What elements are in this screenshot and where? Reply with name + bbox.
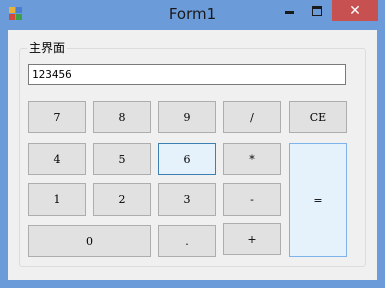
- digit-5-button[interactable]: 5: [93, 143, 151, 175]
- digit-9-button[interactable]: 9: [158, 101, 216, 133]
- groupbox-title: 主界面: [27, 39, 68, 56]
- decimal-point-button[interactable]: .: [158, 225, 216, 257]
- minimize-icon: [285, 11, 294, 14]
- digit-6-button[interactable]: 6: [158, 143, 216, 175]
- digit-2-button[interactable]: 2: [93, 183, 151, 216]
- clear-entry-button[interactable]: CE: [289, 101, 347, 133]
- digit-8-button[interactable]: 8: [93, 101, 151, 133]
- equals-button[interactable]: =: [289, 143, 347, 257]
- digit-0-button[interactable]: 0: [28, 225, 151, 257]
- divide-button[interactable]: /: [223, 101, 281, 133]
- digit-7-button[interactable]: 7: [28, 101, 86, 133]
- subtract-button[interactable]: -: [223, 183, 281, 216]
- close-button[interactable]: ✕: [332, 0, 378, 21]
- maximize-button[interactable]: [303, 0, 330, 21]
- digit-3-button[interactable]: 3: [158, 183, 216, 216]
- add-button[interactable]: +: [223, 223, 281, 255]
- digit-4-button[interactable]: 4: [28, 143, 86, 175]
- display-textbox[interactable]: [28, 64, 346, 85]
- digit-1-button[interactable]: 1: [28, 183, 86, 216]
- client-area: 主界面 7 8 9 / CE 4 5 6 * = 1 2 3 - 0 . +: [8, 30, 377, 280]
- minimize-button[interactable]: [276, 0, 303, 21]
- title-bar[interactable]: Form1 ✕: [0, 0, 385, 30]
- form1-window: Form1 ✕ 主界面 7 8 9 / CE 4 5 6 * = 1 2 3 -…: [0, 0, 385, 288]
- multiply-button[interactable]: *: [223, 143, 281, 175]
- maximize-icon: [311, 5, 322, 16]
- close-icon: ✕: [349, 2, 361, 19]
